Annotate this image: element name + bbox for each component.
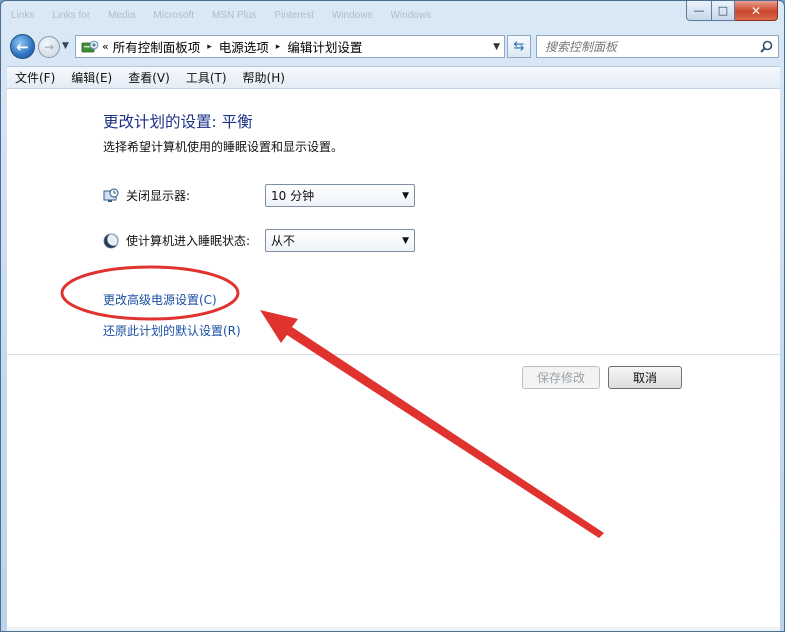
menu-tools[interactable]: 工具(T): [178, 69, 235, 86]
menu-help[interactable]: 帮助(H): [235, 69, 293, 86]
display-off-value: 10 分钟: [271, 189, 315, 203]
ghost-tab: Pinterest: [274, 10, 314, 21]
ghost-tab: Links for: [52, 10, 91, 21]
caption-buttons: — □ ✕: [686, 1, 778, 21]
moon-icon: [103, 232, 119, 248]
search-input[interactable]: [543, 36, 757, 57]
sleep-select[interactable]: 从不 ▼: [265, 229, 415, 252]
forward-button[interactable]: →: [38, 36, 60, 58]
section-divider: [7, 354, 780, 355]
back-button[interactable]: ←: [10, 34, 35, 59]
address-overflow-chevron[interactable]: «: [102, 40, 109, 53]
chevron-down-icon: ▼: [402, 235, 409, 246]
ghost-tab: Links: [11, 10, 35, 21]
ghost-tab: Media: [108, 10, 136, 21]
recent-pages-dropdown[interactable]: ▼: [62, 41, 69, 51]
search-icon[interactable]: [760, 40, 773, 53]
page-description: 选择希望计算机使用的睡眠设置和显示设置。: [103, 140, 344, 154]
sleep-row: 使计算机进入睡眠状态:: [103, 232, 250, 249]
breadcrumb-power-options[interactable]: 电源选项: [219, 37, 269, 56]
page-title: 更改计划的设置: 平衡: [103, 113, 253, 131]
refresh-icon: ⇆: [513, 39, 525, 54]
maximize-button[interactable]: □: [712, 1, 735, 21]
display-off-label: 关闭显示器:: [126, 189, 191, 203]
refresh-button[interactable]: ⇆: [507, 35, 531, 58]
search-box: [536, 35, 779, 58]
menu-file[interactable]: 文件(F): [7, 69, 63, 86]
address-dropdown-icon[interactable]: ▼: [493, 42, 500, 52]
breadcrumb-separator-icon[interactable]: ▸: [276, 42, 281, 52]
control-panel-window: Links Links for Media Microsoft MSN Plus…: [0, 0, 785, 632]
ghost-tab: Windows: [390, 10, 432, 21]
monitor-clock-icon: [103, 188, 119, 202]
back-arrow-icon: ←: [16, 37, 29, 56]
restore-default-settings-link[interactable]: 还原此计划的默认设置(R): [103, 322, 241, 339]
navigation-bar: ← → ▼ « 所有控制面板项 ▸ 电源选项 ▸ 编辑计划设置 ▼ ⇆: [7, 33, 779, 61]
display-off-select[interactable]: 10 分钟 ▼: [265, 184, 415, 207]
breadcrumb-edit-plan-settings[interactable]: 编辑计划设置: [287, 37, 362, 56]
sleep-value: 从不: [271, 234, 296, 248]
breadcrumb-separator-icon[interactable]: ▸: [207, 42, 212, 52]
background-taskbar-strip: Links Links for Media Microsoft MSN Plus…: [1, 1, 675, 31]
minimize-button[interactable]: —: [686, 1, 712, 21]
ghost-tab: Microsoft: [153, 10, 194, 21]
menu-bar: 文件(F) 编辑(E) 查看(V) 工具(T) 帮助(H): [7, 66, 780, 88]
menu-view[interactable]: 查看(V): [120, 69, 178, 86]
chevron-down-icon: ▼: [402, 190, 409, 201]
control-panel-icon: [81, 40, 99, 52]
change-advanced-power-settings-link[interactable]: 更改高级电源设置(C): [103, 291, 217, 308]
save-changes-button[interactable]: 保存修改: [522, 366, 600, 389]
display-off-row: 关闭显示器:: [103, 187, 190, 204]
cancel-button[interactable]: 取消: [608, 366, 682, 389]
forward-arrow-icon: →: [43, 40, 55, 54]
main-content: 更改计划的设置: 平衡 选择希望计算机使用的睡眠设置和显示设置。 关闭显示器: …: [7, 88, 780, 631]
ghost-tab: Windows: [331, 10, 373, 21]
menu-edit[interactable]: 编辑(E): [63, 69, 120, 86]
breadcrumb-all-control-panel-items[interactable]: 所有控制面板项: [113, 37, 201, 56]
bottom-edge: [7, 627, 780, 631]
close-button[interactable]: ✕: [735, 1, 778, 21]
address-bar[interactable]: « 所有控制面板项 ▸ 电源选项 ▸ 编辑计划设置 ▼: [75, 35, 505, 58]
ghost-tab: MSN Plus: [211, 10, 257, 21]
sleep-label: 使计算机进入睡眠状态:: [126, 234, 251, 248]
